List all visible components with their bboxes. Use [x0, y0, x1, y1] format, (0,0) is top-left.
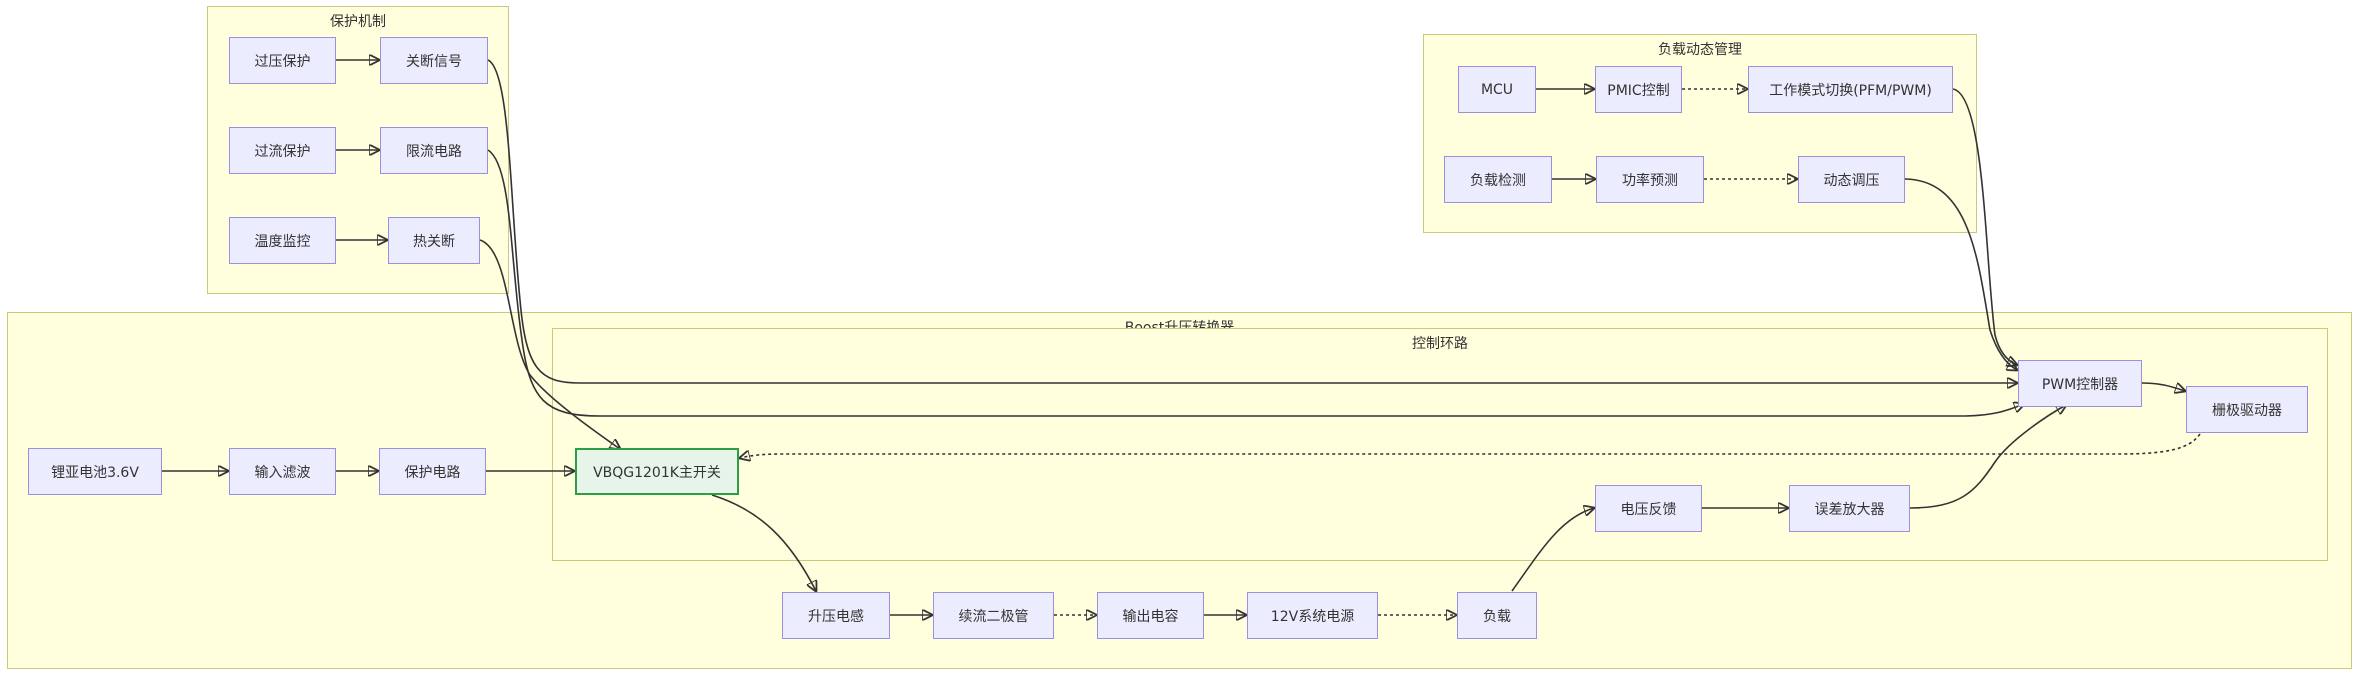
node-power-prediction[interactable]: 功率预测 [1596, 156, 1704, 203]
node-boost-inductor[interactable]: 升压电感 [782, 592, 890, 639]
cluster-load-management: 负载动态管理 [1423, 34, 1977, 233]
node-protection-circuit[interactable]: 保护电路 [379, 448, 486, 495]
node-12v-system-power[interactable]: 12V系统电源 [1247, 592, 1378, 639]
node-temperature-monitor[interactable]: 温度监控 [229, 217, 336, 264]
node-input-filter[interactable]: 输入滤波 [229, 448, 336, 495]
node-battery[interactable]: 锂亚电池3.6V [28, 448, 162, 495]
node-load[interactable]: 负载 [1457, 592, 1537, 639]
node-current-limit-circuit[interactable]: 限流电路 [380, 127, 488, 174]
node-overcurrent-protection[interactable]: 过流保护 [229, 127, 336, 174]
node-mode-switch[interactable]: 工作模式切换(PFM/PWM) [1748, 66, 1953, 113]
node-gate-driver[interactable]: 栅极驱动器 [2186, 386, 2308, 433]
node-flyback-diode[interactable]: 续流二极管 [933, 592, 1054, 639]
node-overvoltage-protection[interactable]: 过压保护 [229, 37, 336, 84]
node-error-amplifier[interactable]: 误差放大器 [1789, 485, 1910, 532]
node-voltage-feedback[interactable]: 电压反馈 [1595, 485, 1702, 532]
node-dynamic-regulation[interactable]: 动态调压 [1798, 156, 1905, 203]
node-shutdown-signal[interactable]: 关断信号 [380, 37, 488, 84]
cluster-load-management-title: 负载动态管理 [1658, 42, 1742, 58]
node-load-detection[interactable]: 负载检测 [1444, 156, 1552, 203]
node-output-capacitor[interactable]: 输出电容 [1097, 592, 1204, 639]
node-pwm-controller[interactable]: PWM控制器 [2018, 360, 2142, 407]
cluster-control-loop-title: 控制环路 [1412, 336, 1468, 352]
cluster-protection-title: 保护机制 [330, 14, 386, 30]
node-pmic-control[interactable]: PMIC控制 [1595, 66, 1682, 113]
node-main-switch[interactable]: VBQG1201K主开关 [575, 448, 739, 495]
node-mcu[interactable]: MCU [1458, 66, 1536, 113]
node-thermal-shutdown[interactable]: 热关断 [388, 217, 480, 264]
